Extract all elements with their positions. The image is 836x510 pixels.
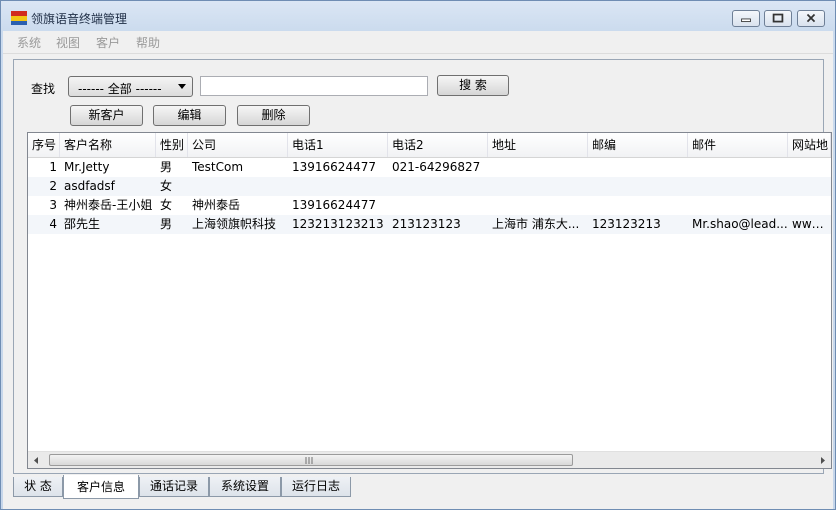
cell-email: Mr.shao@lead... [692, 217, 788, 231]
cell-name: Mr.Jetty [64, 160, 110, 174]
cell-address [488, 158, 588, 177]
filter-value: ------ 全部 ------ [78, 82, 162, 96]
app-window: 领旗语音终端管理 系统 视图 客户 帮助 查找 ------ 全部 ------… [0, 0, 836, 510]
cell-company: 上海领旗帜科技 [192, 217, 277, 231]
column-header[interactable]: 邮编 [588, 133, 688, 157]
cell-index: 4 [49, 217, 57, 231]
delete-button[interactable]: 删除 [237, 105, 310, 126]
cell-company: TestCom [192, 160, 244, 174]
main-content: 查找 ------ 全部 ------ 搜 索 新客户 编辑 删除 序号 客户名… [3, 54, 833, 509]
grip-icon [305, 457, 313, 464]
tab-status[interactable]: 状 态 [13, 477, 63, 497]
close-icon [806, 13, 816, 23]
cell-gender: 男 [160, 217, 173, 231]
cell-phone2: 213123123 [392, 217, 461, 231]
cell-zip: 123123213 [592, 217, 661, 231]
app-logo-icon [11, 11, 27, 25]
menu-system[interactable]: 系统 [17, 34, 41, 51]
cell-address [488, 177, 588, 196]
column-header[interactable]: 网站地 [788, 133, 831, 157]
cell-company [188, 177, 288, 196]
scroll-left-icon[interactable] [28, 452, 45, 469]
search-button[interactable]: 搜 索 [437, 75, 509, 96]
tab-call-records[interactable]: 通话记录 [139, 477, 209, 497]
table-row[interactable]: 3 神州泰岳-王小姐 女 神州泰岳 13916624477 [28, 196, 831, 215]
customer-panel: 查找 ------ 全部 ------ 搜 索 新客户 编辑 删除 序号 客户名… [13, 59, 832, 474]
minimize-button[interactable] [732, 10, 760, 27]
cell-index: 2 [49, 179, 57, 193]
column-header[interactable]: 电话1 [288, 133, 388, 157]
cell-name: 邵先生 [64, 217, 101, 231]
cell-phone2 [388, 196, 488, 215]
cell-address [488, 196, 588, 215]
new-customer-button[interactable]: 新客户 [70, 105, 143, 126]
cell-gender: 男 [160, 160, 173, 174]
customer-table: 序号 客户名称 性别 公司 电话1 电话2 地址 邮编 邮件 网站地 1 Mr.… [27, 132, 832, 469]
cell-website [788, 177, 831, 196]
tab-system-settings[interactable]: 系统设置 [209, 477, 281, 497]
cell-name: 神州泰岳-王小姐 [64, 198, 153, 212]
scroll-right-icon[interactable] [814, 452, 831, 469]
cell-index: 3 [49, 198, 57, 212]
cell-website: www.le [792, 217, 831, 231]
tab-run-log[interactable]: 运行日志 [281, 477, 351, 497]
column-header[interactable]: 序号 [28, 133, 60, 157]
cell-gender: 女 [160, 198, 173, 212]
menu-bar: 系统 视图 客户 帮助 [3, 31, 833, 54]
title-bar[interactable]: 领旗语音终端管理 [1, 1, 835, 31]
column-header[interactable]: 公司 [188, 133, 288, 157]
menu-help[interactable]: 帮助 [136, 34, 160, 51]
cell-name: asdfadsf [64, 179, 115, 193]
cell-email [688, 196, 788, 215]
menu-customer[interactable]: 客户 [96, 34, 120, 51]
column-header[interactable]: 地址 [488, 133, 588, 157]
column-header[interactable]: 客户名称 [60, 133, 156, 157]
table-header: 序号 客户名称 性别 公司 电话1 电话2 地址 邮编 邮件 网站地 [28, 133, 831, 158]
cell-zip [588, 177, 688, 196]
menu-view[interactable]: 视图 [56, 34, 80, 51]
scrollbar-thumb[interactable] [49, 454, 573, 466]
cell-phone2: 021-64296827 [392, 160, 481, 174]
cell-email [688, 177, 788, 196]
table-row[interactable]: 4 邵先生 男 上海领旗帜科技 123213123213 213123123 上… [28, 215, 831, 234]
cell-website [788, 158, 831, 177]
find-label: 查找 [31, 82, 56, 96]
tab-customer-info[interactable]: 客户信息 [63, 475, 139, 499]
cell-phone2 [388, 177, 488, 196]
table-row[interactable]: 2 asdfadsf 女 [28, 177, 831, 196]
column-header[interactable]: 性别 [156, 133, 188, 157]
edit-button[interactable]: 编辑 [153, 105, 226, 126]
maximize-button[interactable] [764, 10, 792, 27]
column-header[interactable]: 邮件 [688, 133, 788, 157]
cell-phone1: 123213123213 [292, 217, 384, 231]
cell-zip [588, 158, 688, 177]
cell-phone1 [288, 177, 388, 196]
cell-gender: 女 [160, 179, 173, 193]
filter-dropdown[interactable]: ------ 全部 ------ [68, 76, 193, 97]
close-button[interactable] [797, 10, 825, 27]
horizontal-scrollbar[interactable] [28, 451, 831, 469]
cell-phone1: 13916624477 [292, 160, 376, 174]
window-title: 领旗语音终端管理 [31, 12, 128, 26]
cell-zip [588, 196, 688, 215]
cell-website [788, 196, 831, 215]
cell-company: 神州泰岳 [192, 198, 241, 212]
maximize-icon [772, 13, 784, 23]
search-input[interactable] [200, 76, 428, 96]
cell-address: 上海市 浦东大... [492, 217, 580, 231]
table-row[interactable]: 1 Mr.Jetty 男 TestCom 13916624477 021-642… [28, 158, 831, 177]
minimize-icon [741, 18, 751, 23]
cell-index: 1 [49, 160, 57, 174]
chevron-down-icon [178, 84, 186, 89]
column-header[interactable]: 电话2 [388, 133, 488, 157]
cell-phone1: 13916624477 [292, 198, 376, 212]
cell-email [688, 158, 788, 177]
